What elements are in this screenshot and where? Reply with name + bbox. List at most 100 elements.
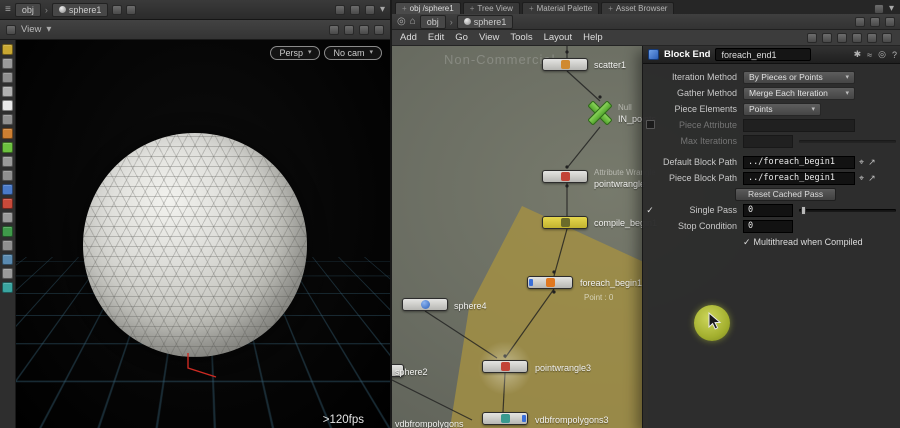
gather-method-dropdown[interactable]: Merge Each Iteration ▾ — [743, 87, 855, 100]
sphere-geometry[interactable] — [83, 133, 307, 357]
jump-to-node-icon[interactable]: ↗ — [868, 173, 876, 184]
construction-plane-icon[interactable] — [2, 184, 13, 195]
frame-all-icon[interactable] — [882, 33, 892, 43]
zoom-in-icon[interactable] — [852, 33, 862, 43]
pin-icon[interactable]: ◎ — [878, 49, 886, 60]
single-pass-slider[interactable] — [799, 206, 896, 215]
node-chooser-icon[interactable]: ⌖ — [859, 157, 864, 168]
pin-icon[interactable]: ◎ — [397, 17, 406, 27]
default-block-path-field[interactable]: ../foreach_begin1 — [743, 156, 855, 169]
node-pointwrangle[interactable] — [542, 170, 588, 183]
handles-tool-icon[interactable] — [2, 114, 13, 125]
home-icon[interactable]: ⌂ — [410, 17, 416, 27]
check-icon[interactable]: ✓ — [743, 237, 751, 248]
node-pointwrangle3[interactable] — [482, 360, 528, 373]
history-icon[interactable] — [885, 17, 895, 27]
snap-mode-icon[interactable] — [344, 25, 354, 35]
lock-icon[interactable] — [126, 5, 136, 15]
view-grid-icon[interactable] — [6, 25, 16, 35]
magnet-icon[interactable] — [822, 33, 832, 43]
menu-edit[interactable]: Edit — [428, 32, 444, 43]
node-name-field[interactable]: foreach_end1 — [715, 48, 811, 61]
tab-material-palette[interactable]: + Material Palette — [522, 2, 599, 14]
stop-condition-field[interactable]: 0 — [743, 220, 793, 233]
view-tool-icon[interactable] — [2, 44, 13, 55]
pane-options-icon[interactable]: ▾ — [889, 4, 894, 14]
tab-network[interactable]: + obj /sphere1 — [395, 2, 461, 14]
menu-layout[interactable]: Layout — [544, 32, 573, 43]
piece-attribute-checkbox[interactable] — [646, 120, 655, 129]
multithread-checkbox-label[interactable]: Multithread when Compiled — [754, 237, 863, 247]
breadcrumb-obj[interactable]: obj — [420, 15, 446, 29]
tab-asset-browser[interactable]: + Asset Browser — [601, 2, 674, 14]
pointer-tool-icon[interactable] — [2, 100, 13, 111]
flipbook-icon[interactable] — [2, 240, 13, 251]
move-tool-icon[interactable] — [2, 72, 13, 83]
key-tool-icon[interactable] — [2, 198, 13, 209]
node-vdbfrompolygons3[interactable] — [482, 412, 528, 425]
camera-selector[interactable]: No cam ▾ — [324, 46, 382, 60]
select-mode-icon[interactable] — [329, 25, 339, 35]
tab-tree-view[interactable]: + Tree View — [463, 2, 520, 14]
breadcrumb-obj[interactable]: obj — [15, 3, 41, 17]
single-pass-field[interactable]: 0 — [743, 204, 793, 217]
iteration-method-dropdown[interactable]: By Pieces or Points ▾ — [743, 71, 855, 84]
breadcrumb-sphere1[interactable]: sphere1 — [52, 3, 109, 17]
pose-tool-icon[interactable] — [2, 128, 13, 139]
node-scatter1[interactable] — [542, 58, 588, 71]
wrench-icon[interactable] — [807, 33, 817, 43]
refresh-icon[interactable] — [112, 5, 122, 15]
sliders-icon[interactable]: ≈ — [867, 50, 872, 60]
check-icon[interactable]: ✓ — [643, 205, 657, 216]
viewport-3d[interactable]: Persp ▾ No cam ▾ >120fps — [16, 40, 390, 428]
reset-cached-pass-button[interactable]: Reset Cached Pass — [735, 188, 836, 201]
light-tool-icon[interactable] — [2, 268, 13, 279]
node-foreach-begin1[interactable] — [527, 276, 573, 289]
menu-help[interactable]: Help — [583, 32, 603, 43]
view-menu-label[interactable]: View — [21, 24, 41, 35]
zoom-out-icon[interactable] — [867, 33, 877, 43]
snap-points-icon[interactable] — [2, 142, 13, 153]
node-in-points[interactable] — [587, 100, 613, 126]
measure-tool-icon[interactable] — [2, 212, 13, 223]
max-iterations-field[interactable] — [743, 135, 793, 148]
help-icon[interactable]: ? — [892, 50, 897, 60]
menu-go[interactable]: Go — [455, 32, 468, 43]
display-flag[interactable] — [522, 415, 526, 422]
render-region-icon[interactable] — [2, 226, 13, 237]
display-options-icon[interactable] — [374, 25, 384, 35]
network-canvas[interactable]: Non-Commercial scatter1 Null IN_points A… — [392, 46, 900, 428]
snapshot-icon[interactable] — [335, 5, 345, 15]
split-pane-icon[interactable] — [874, 4, 884, 14]
filter-icon[interactable] — [855, 17, 865, 27]
breadcrumb-sphere1[interactable]: sphere1 — [457, 15, 514, 29]
camera-tool-icon[interactable] — [2, 254, 13, 265]
gear-icon[interactable]: ✱ — [854, 49, 862, 60]
projection-selector[interactable]: Persp ▾ — [270, 46, 320, 60]
bypass-flag[interactable] — [529, 279, 533, 286]
bookmark-icon[interactable] — [870, 17, 880, 27]
pin-pane-icon[interactable] — [365, 5, 375, 15]
node-chooser-icon[interactable]: ⌖ — [859, 173, 864, 184]
piece-attribute-field[interactable] — [743, 119, 855, 132]
grid-snap-icon[interactable] — [837, 33, 847, 43]
materials-tool-icon[interactable] — [2, 282, 13, 293]
layout-icon[interactable] — [350, 5, 360, 15]
piece-block-path-field[interactable]: ../foreach_begin1 — [743, 172, 855, 185]
node-compile-begin[interactable] — [542, 216, 588, 229]
max-iterations-slider[interactable] — [799, 137, 896, 146]
menu-add[interactable]: Add — [400, 32, 417, 43]
select-tool-icon[interactable] — [2, 58, 13, 69]
rotate-tool-icon[interactable] — [2, 86, 13, 97]
piece-elements-dropdown[interactable]: Points ▾ — [743, 103, 821, 116]
jump-to-node-icon[interactable]: ↗ — [868, 157, 876, 168]
menu-icon[interactable]: ≡ — [5, 5, 11, 15]
shade-mode-icon[interactable] — [359, 25, 369, 35]
node-sphere4[interactable] — [402, 298, 448, 311]
slider-handle[interactable] — [801, 206, 806, 215]
snap-prim-icon[interactable] — [2, 170, 13, 181]
snap-grid-icon[interactable] — [2, 156, 13, 167]
pane-menu-icon[interactable]: ▾ — [380, 5, 385, 15]
menu-view[interactable]: View — [479, 32, 499, 43]
menu-tools[interactable]: Tools — [510, 32, 532, 43]
